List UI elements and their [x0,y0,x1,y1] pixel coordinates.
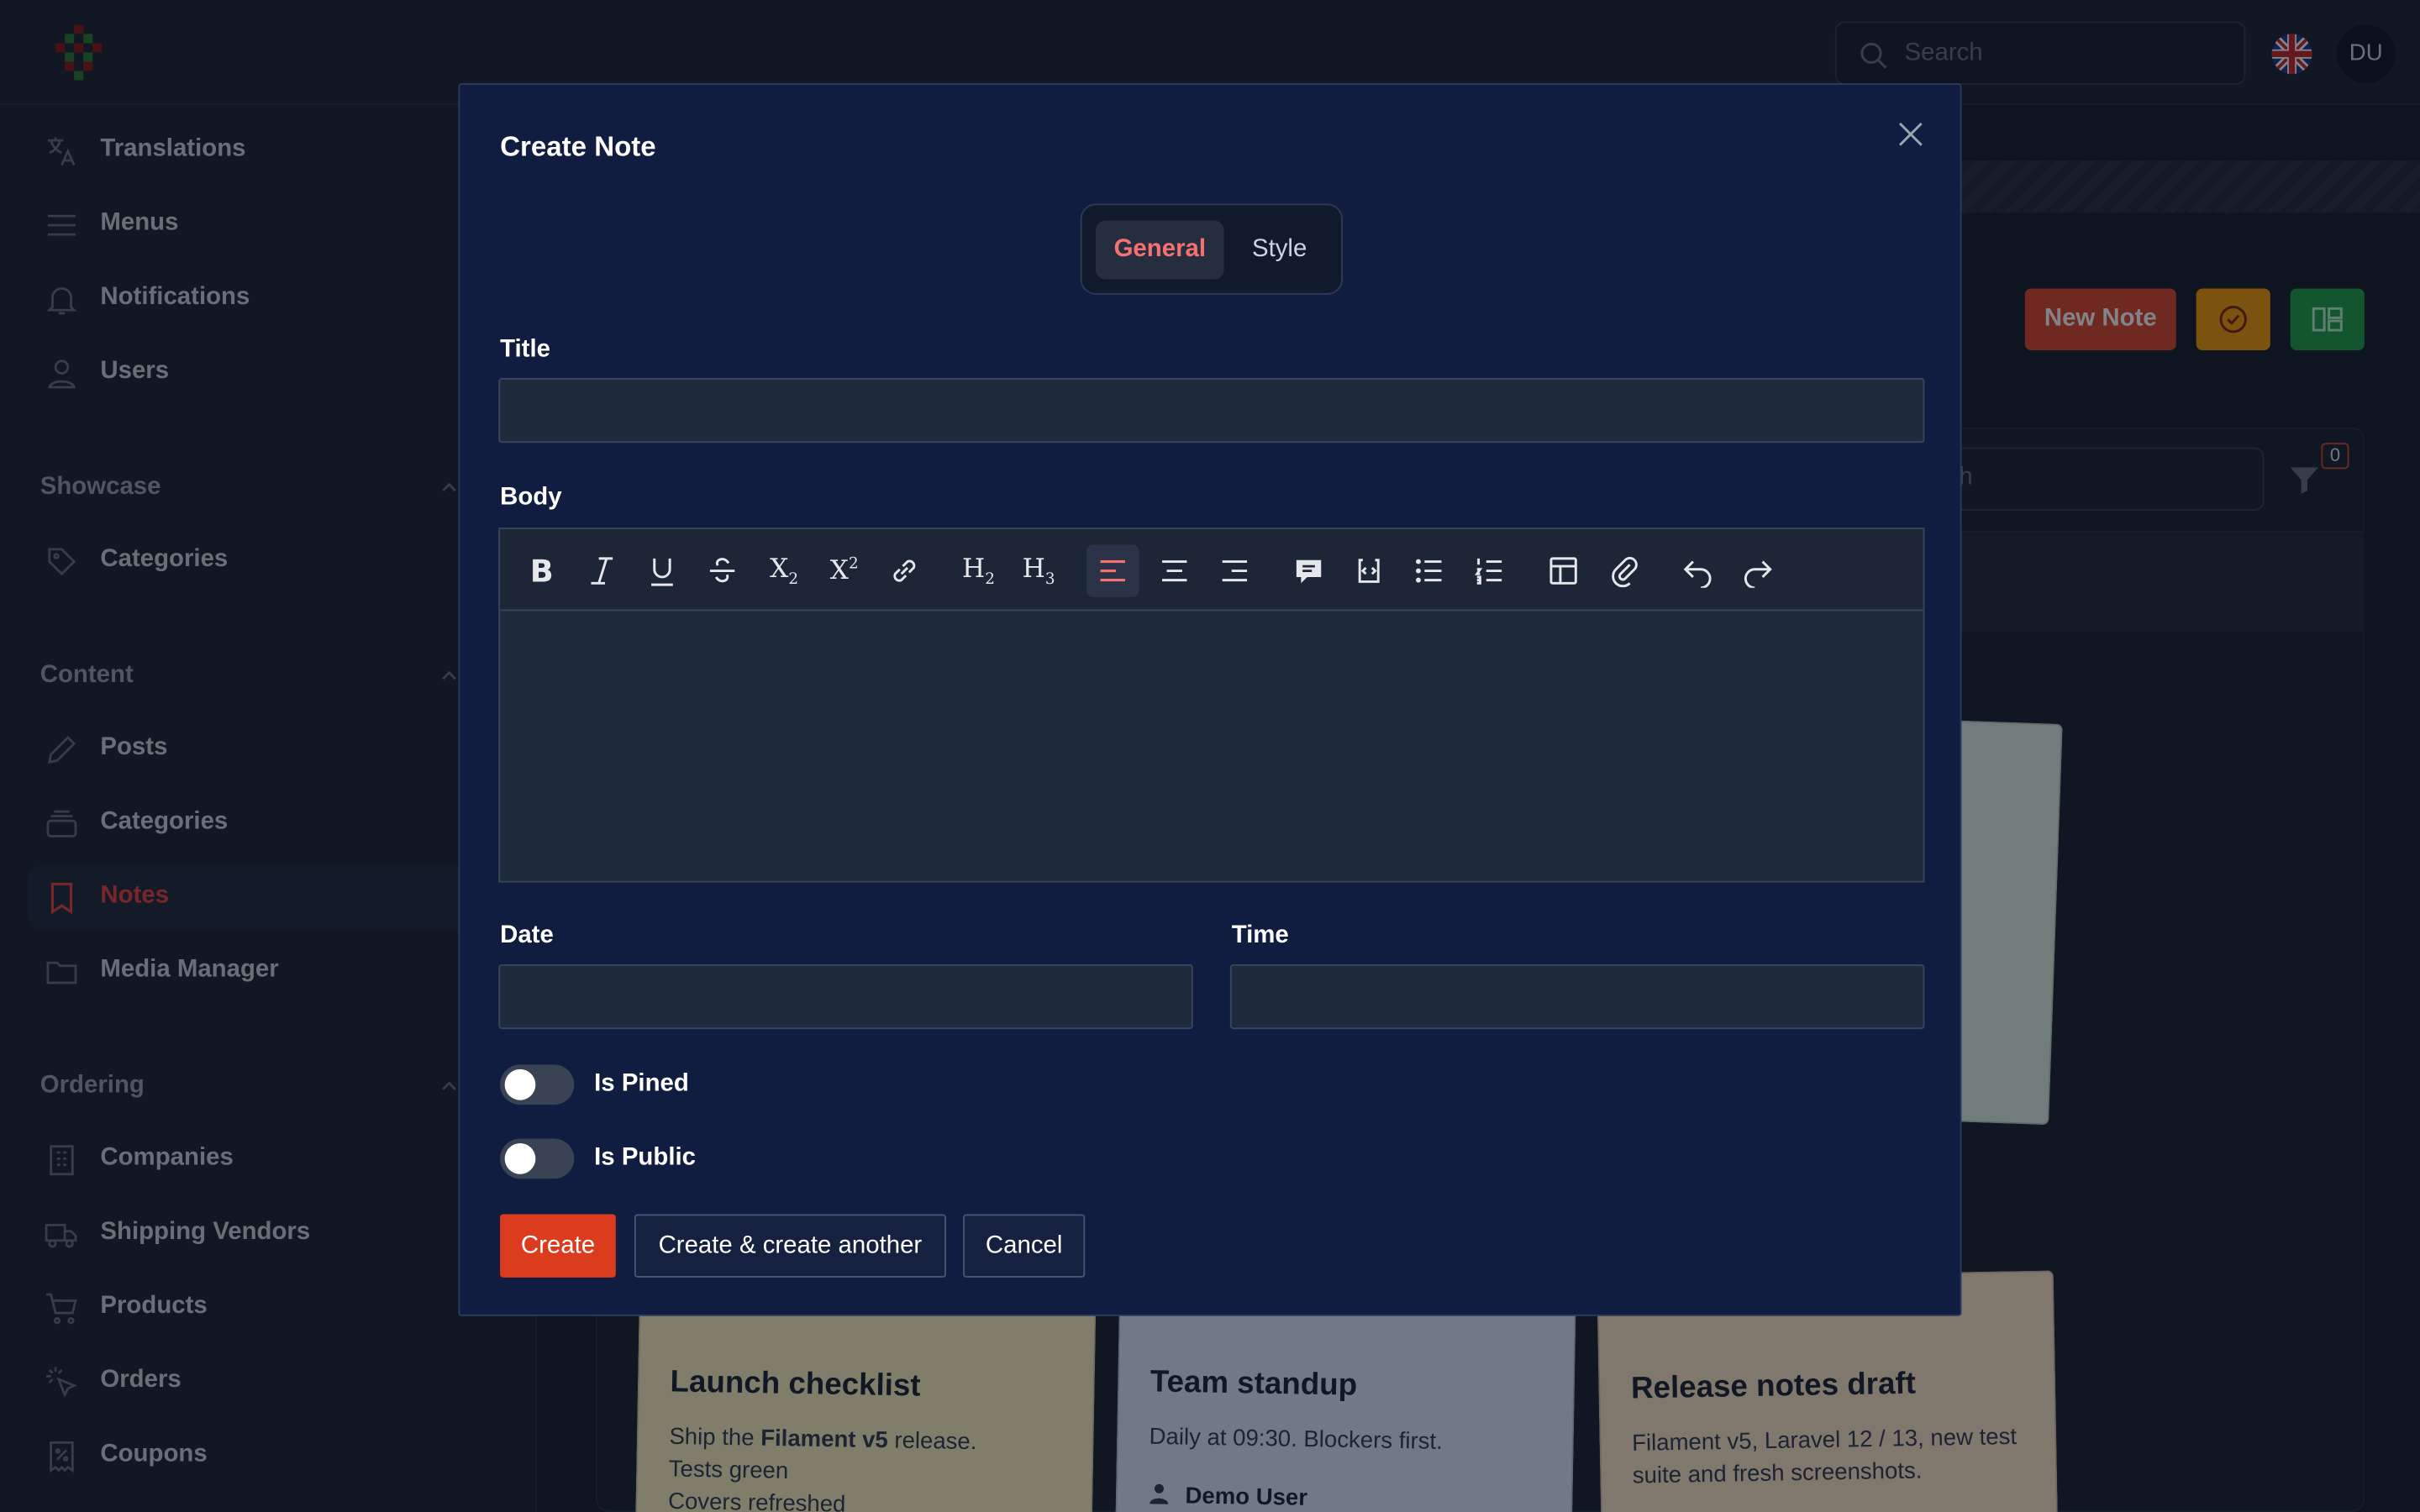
body-label: Body [500,484,562,511]
close-icon[interactable] [1894,118,1928,151]
align-center-button[interactable] [1149,544,1201,596]
toggle-knob [504,1068,536,1100]
redo-icon [1744,560,1772,588]
align-center-icon [1162,560,1187,582]
date-input[interactable] [498,963,1193,1030]
create-another-button[interactable]: Create & create another [634,1214,946,1278]
undo-icon [1683,560,1712,588]
heading-2-button[interactable]: H2 [952,544,1004,596]
paperclip-icon [1612,557,1638,588]
date-label: Date [500,922,554,949]
undo-button[interactable] [1671,544,1723,596]
rich-text-editor: B X2 X2 H2 H3 [498,528,1925,883]
ordered-list-button[interactable] [1463,544,1515,596]
link-icon [893,559,916,582]
heading-2-icon: H2 [962,554,995,589]
tab-general[interactable]: General [1096,220,1224,280]
blockquote-button[interactable] [1282,544,1334,596]
bullet-list-button[interactable] [1403,544,1455,596]
subscript-icon: X2 [770,554,799,589]
underline-icon [651,558,673,586]
cancel-button[interactable]: Cancel [963,1214,1086,1278]
italic-button[interactable] [576,544,628,596]
superscript-button[interactable]: X2 [818,544,870,596]
link-button[interactable] [878,544,930,596]
is-pined-label: Is Pined [594,1070,689,1097]
ordered-list-icon [1475,558,1502,585]
bold-button[interactable]: B [515,544,567,596]
title-label: Title [500,336,550,363]
strikethrough-icon [709,558,735,583]
modal-tabs: General Style [1080,203,1343,295]
quote-bubble-icon [1296,559,1322,584]
table-icon [1549,557,1577,585]
app-window: Search DU Translations Menus Notificatio… [0,0,2420,1512]
underline-button[interactable] [636,544,688,596]
modal-title: Create Note [500,131,656,162]
bold-icon: B [529,552,554,590]
superscript-icon: X2 [829,555,859,586]
title-input[interactable] [498,378,1925,444]
create-button[interactable]: Create [500,1214,616,1278]
table-button[interactable] [1537,544,1589,596]
align-left-icon [1100,560,1125,582]
code-block-icon [1358,559,1380,583]
tab-style[interactable]: Style [1230,221,1329,280]
bullet-list-icon [1416,559,1442,583]
time-input[interactable] [1229,963,1925,1030]
heading-3-icon: H3 [1022,554,1055,589]
italic-icon [591,557,613,585]
toggle-knob [504,1143,536,1174]
editor-content-area[interactable] [500,611,1923,880]
create-note-modal: Create Note General Style Title Body B X… [458,83,1962,1316]
time-label: Time [1231,922,1289,949]
code-block-button[interactable] [1343,544,1395,596]
align-right-button[interactable] [1208,544,1260,596]
editor-toolbar: B X2 X2 H2 H3 [500,529,1923,612]
is-public-toggle[interactable] [500,1138,575,1179]
attachment-button[interactable] [1597,544,1649,596]
redo-button[interactable] [1732,544,1784,596]
heading-3-button[interactable]: H3 [1013,544,1065,596]
align-left-button[interactable] [1086,544,1139,597]
subscript-button[interactable]: X2 [758,544,810,596]
strikethrough-button[interactable] [696,544,748,596]
is-public-label: Is Public [594,1144,696,1172]
is-pined-toggle[interactable] [500,1064,575,1105]
align-right-icon [1222,560,1248,582]
